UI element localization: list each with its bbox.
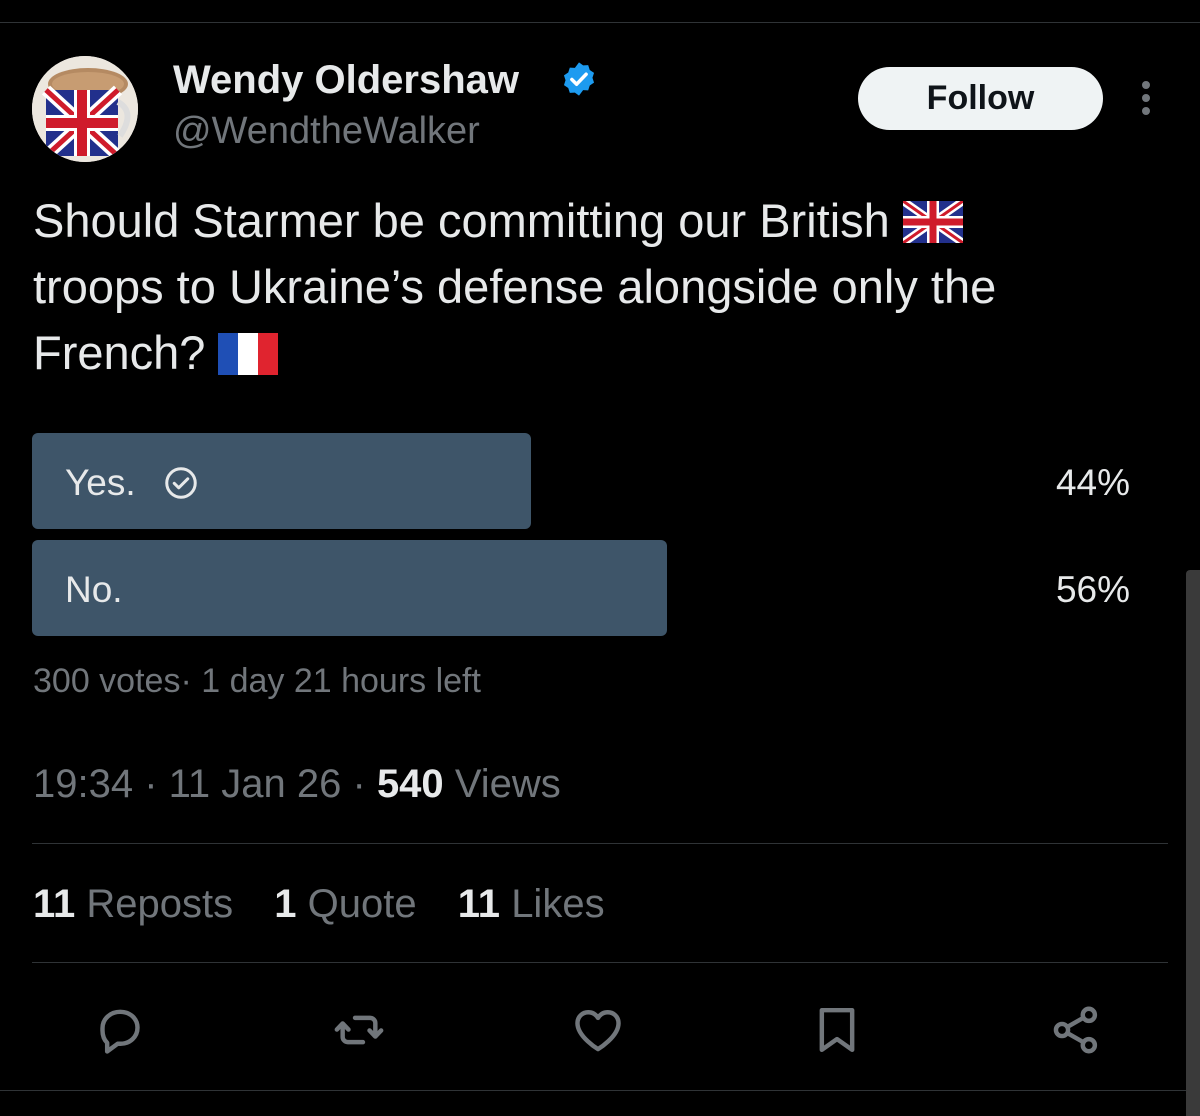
reposts-stat[interactable]: 11 Reposts	[33, 882, 233, 926]
poll-option-no-percent: 56%	[1055, 569, 1130, 610]
union-jack-flag	[902, 201, 963, 243]
author-name[interactable]: Wendy Oldershaw	[173, 58, 519, 103]
poll-meta: 300 votes· 1 day 21 hours left	[33, 662, 481, 700]
tweet-text-line-3: French?	[33, 320, 1153, 386]
more-icon[interactable]	[1134, 78, 1158, 118]
reply-icon[interactable]	[92, 1002, 148, 1058]
poll-option-no-label: No.	[65, 569, 123, 610]
divider	[32, 962, 1168, 963]
verified-badge-icon	[563, 62, 595, 96]
check-circle-icon	[165, 467, 197, 499]
like-icon[interactable]	[570, 1002, 626, 1058]
quotes-label: Quote	[307, 882, 417, 926]
tweet-date[interactable]: 11 Jan 26	[169, 762, 342, 806]
likes-count: 11	[457, 882, 501, 926]
tweet-time[interactable]: 19:34	[33, 762, 133, 806]
tweet-text-line-2: troops to Ukraine’s defense alongside on…	[33, 260, 997, 313]
tweet-text: Should Starmer be committing our British…	[33, 188, 1153, 386]
repost-icon[interactable]	[331, 1002, 387, 1058]
follow-button[interactable]: Follow	[858, 67, 1103, 130]
tweet-text-line-1-text: Should Starmer be committing our British	[33, 194, 890, 247]
french-flag	[218, 333, 279, 375]
views-count: 540	[376, 762, 444, 806]
likes-stat[interactable]: 11 Likes	[458, 882, 605, 926]
engagement-stats: 11 Reposts 1 Quote 11 Likes	[33, 882, 635, 927]
scrollbar[interactable]	[1186, 570, 1200, 1116]
tweet-timestamp: 19:34 · 11 Jan 26 · 540 Views	[33, 762, 561, 806]
author-handle[interactable]: @WendtheWalker	[173, 110, 480, 153]
reposts-label: Reposts	[86, 882, 234, 926]
top-divider	[0, 22, 1200, 23]
poll-option-yes-label: Yes.	[65, 462, 136, 503]
poll-bar-no[interactable]	[32, 540, 667, 636]
avatar-mug-image	[32, 56, 138, 162]
avatar[interactable]	[32, 56, 138, 162]
reposts-count: 11	[33, 882, 76, 926]
quotes-count: 1	[274, 882, 297, 926]
poll-option-yes-percent: 44%	[1055, 462, 1130, 503]
tweet-text-line-1: Should Starmer be committing our British	[33, 188, 1153, 254]
divider	[32, 843, 1168, 844]
tweet-text-line-3-text: French?	[33, 326, 206, 379]
bookmark-icon[interactable]	[809, 1002, 865, 1058]
quotes-stat[interactable]: 1 Quote	[274, 882, 416, 926]
bottom-divider	[0, 1090, 1200, 1091]
views-label: Views	[454, 762, 561, 806]
share-icon[interactable]	[1048, 1002, 1104, 1058]
likes-label: Likes	[511, 882, 605, 926]
